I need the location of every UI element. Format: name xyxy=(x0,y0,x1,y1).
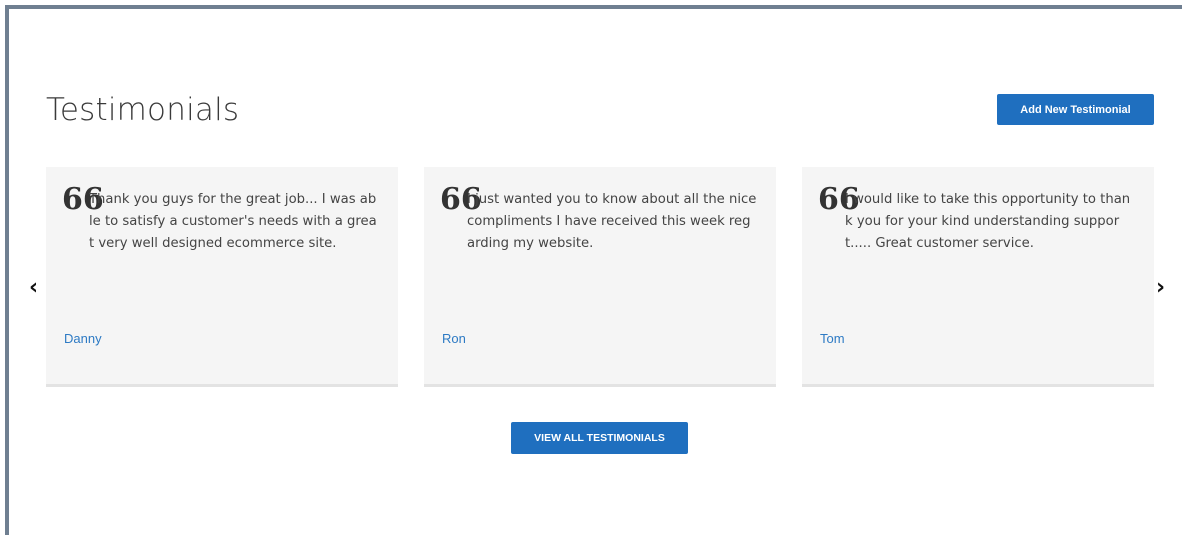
page-title: Testimonials xyxy=(46,92,240,128)
testimonial-text: I would like to take this opportunity to… xyxy=(845,192,1131,251)
testimonial-card: 66 Thank you guys for the great job... I… xyxy=(46,167,398,387)
testimonial-author-link[interactable]: Tom xyxy=(820,331,845,346)
view-all-testimonials-button[interactable]: VIEW ALL TESTIMONIALS xyxy=(511,422,688,454)
chevron-right-icon[interactable]: › xyxy=(1156,277,1165,299)
add-new-testimonial-button[interactable]: Add New Testimonial xyxy=(997,94,1154,125)
chevron-left-icon[interactable]: ‹ xyxy=(29,277,38,299)
testimonial-text: I just wanted you to know about all the … xyxy=(467,192,757,251)
testimonial-author-link[interactable]: Danny xyxy=(64,331,102,346)
testimonials-panel: Testimonials Add New Testimonial ‹ 66 Th… xyxy=(5,5,1182,535)
testimonial-card: 66 I would like to take this opportunity… xyxy=(802,167,1154,387)
testimonial-author-link[interactable]: Ron xyxy=(442,331,466,346)
testimonial-card: 66 I just wanted you to know about all t… xyxy=(424,167,776,387)
testimonial-text: Thank you guys for the great job... I wa… xyxy=(89,192,377,251)
